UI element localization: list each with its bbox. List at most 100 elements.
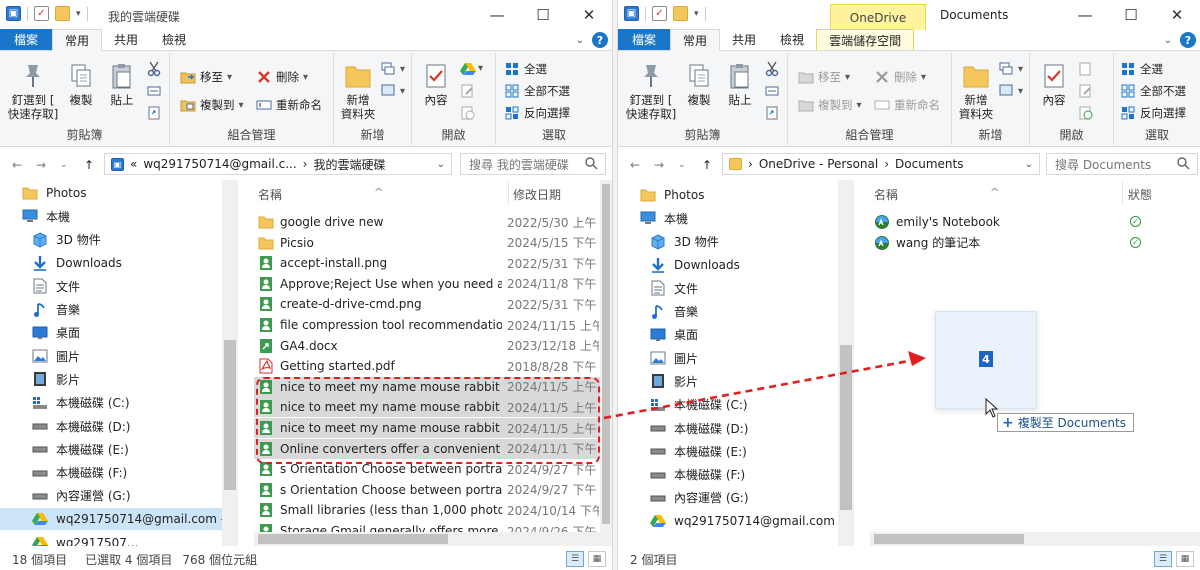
nav-item[interactable]: 本機磁碟 (C:) (618, 394, 748, 416)
nav-item[interactable]: 圖片 (618, 347, 698, 369)
file-row[interactable]: GA4.docx 2023/12/18 上午 (254, 336, 600, 356)
delete-button[interactable]: 刪除 ▾ (256, 69, 308, 85)
up-arrow-icon[interactable]: ↑ (702, 158, 712, 172)
breadcrumb-onedrive[interactable]: OneDrive - Personal (759, 157, 878, 171)
details-view-icon[interactable]: ☰ (1154, 551, 1172, 567)
tab-home[interactable]: 常用 (670, 29, 721, 51)
nav-item[interactable]: 內容運營 (G:) (618, 487, 749, 509)
nav-item[interactable]: 文件 (618, 277, 698, 299)
nav-item[interactable]: 本機磁碟 (C:) (0, 392, 130, 414)
customize-toolbar-icon[interactable]: ▾ (76, 9, 81, 19)
copy-button[interactable]: 複製 (682, 61, 716, 107)
file-row[interactable]: emily's Notebook ✓ (870, 212, 1200, 232)
breadcrumb-my-drive[interactable]: 我的雲端硬碟 (313, 156, 385, 173)
nav-item[interactable]: 影片 (0, 368, 80, 390)
nav-item[interactable]: 本機磁碟 (E:) (0, 438, 129, 460)
maximize-button[interactable]: ☐ (520, 0, 566, 30)
search-input[interactable]: 搜尋 Documents (1046, 153, 1198, 175)
nav-item[interactable]: Photos (618, 184, 704, 206)
file-row[interactable]: wang 的筆记本 ✓ (870, 233, 1200, 253)
invert-selection-button[interactable]: 反向選擇 (1120, 105, 1186, 121)
nav-item[interactable]: 本機磁碟 (D:) (0, 415, 130, 437)
file-row[interactable]: file compression tool recommendatio... 20… (254, 315, 600, 335)
tab-home[interactable]: 常用 (52, 29, 103, 51)
scrollbar-thumb[interactable] (602, 184, 610, 524)
address-bar[interactable]: ▣ « wq291750714@gmail.c... › 我的雲端硬碟 ⌄ (104, 153, 452, 175)
file-list-horizontal-scrollbar[interactable] (254, 532, 600, 546)
nav-item[interactable]: Photos (0, 182, 86, 204)
recent-locations-icon[interactable]: ⌄ (678, 160, 686, 170)
history-icon[interactable] (1078, 105, 1094, 121)
breadcrumb-account[interactable]: wq291750714@gmail.c... (143, 157, 296, 171)
file-row[interactable]: Approve;Reject Use when you need a... 202… (254, 274, 600, 294)
chevron-down-icon[interactable]: ▾ (478, 63, 483, 74)
nav-item[interactable]: 本機磁碟 (D:) (618, 417, 748, 439)
back-arrow-icon[interactable]: ← (12, 158, 22, 172)
nav-item[interactable]: Downloads (0, 252, 122, 274)
help-icon[interactable]: ? (1180, 32, 1196, 48)
properties-button[interactable]: 內容 (1036, 61, 1072, 107)
back-arrow-icon[interactable]: ← (630, 158, 640, 172)
nav-item[interactable]: wq2917507... (0, 532, 138, 546)
move-to-button[interactable]: 移至 ▾ (180, 69, 232, 85)
copy-path-button[interactable] (146, 83, 162, 99)
close-button[interactable]: ✕ (566, 0, 612, 30)
paste-shortcut-button[interactable] (764, 105, 780, 121)
explorer-app-icon[interactable]: ▣ (624, 6, 639, 21)
column-name[interactable]: 名稱 (258, 186, 282, 203)
nav-item[interactable]: 本機 (0, 205, 70, 227)
new-folder-button[interactable]: 新增 資料夾 (956, 61, 996, 121)
minimize-button[interactable]: — (474, 0, 520, 30)
chevron-down-icon[interactable]: ⌄ (437, 159, 445, 170)
open-icon[interactable] (1078, 61, 1094, 77)
large-icons-view-icon[interactable]: ▦ (588, 551, 606, 567)
nav-item[interactable]: 影片 (618, 370, 698, 392)
copy-button[interactable]: 複製 (64, 61, 98, 107)
cut-button[interactable] (764, 61, 780, 77)
nav-item[interactable]: wq291750714@gmail.com - G (0, 508, 222, 531)
search-input[interactable]: 搜尋 我的雲端硬碟 (460, 153, 606, 175)
pin-to-quick-access-button[interactable]: 釘選到 [ 快速存取] (6, 61, 60, 121)
properties-check-icon[interactable]: ✓ (34, 6, 49, 21)
up-arrow-icon[interactable]: ↑ (84, 158, 94, 172)
tab-view[interactable]: 檢視 (768, 29, 816, 50)
navigation-scrollbar[interactable] (838, 180, 854, 546)
tab-file[interactable]: 檔案 (618, 29, 671, 50)
new-item-button[interactable]: ▾ (998, 61, 1023, 77)
tab-share[interactable]: 共用 (102, 29, 150, 50)
customize-toolbar-icon[interactable]: ▾ (694, 9, 699, 19)
breadcrumb-root[interactable]: « (130, 157, 137, 171)
recent-locations-icon[interactable]: ⌄ (60, 160, 68, 170)
invert-selection-button[interactable]: 反向選擇 (504, 105, 570, 121)
file-row[interactable]: Picsio 2024/5/15 下午 (254, 233, 600, 253)
file-row[interactable]: s Orientation Choose between portrai... 2… (254, 480, 600, 500)
paste-button[interactable]: 貼上 (722, 61, 758, 107)
tab-view[interactable]: 檢視 (150, 29, 198, 50)
column-date-modified[interactable]: 修改日期 (513, 186, 561, 203)
new-folder-button[interactable]: 新增 資料夾 (338, 61, 378, 121)
help-icon[interactable]: ? (592, 32, 608, 48)
file-row[interactable]: Small libraries (less than 1,000 photos)… (254, 500, 600, 520)
select-all-button[interactable]: 全選 (1120, 61, 1163, 77)
file-list-horizontal-scrollbar[interactable] (870, 532, 1200, 546)
new-item-button[interactable]: ▾ (380, 61, 405, 77)
minimize-button[interactable]: — (1062, 0, 1108, 30)
details-view-icon[interactable]: ☰ (566, 551, 584, 567)
edit-icon[interactable] (460, 83, 476, 99)
history-icon[interactable] (460, 105, 476, 121)
column-name[interactable]: 名稱 (874, 186, 898, 203)
move-to-button[interactable]: 移至 ▾ (798, 69, 850, 85)
nav-item[interactable]: 桌面 (618, 324, 698, 346)
scrollbar-thumb[interactable] (258, 534, 448, 544)
nav-item[interactable]: 本機磁碟 (E:) (618, 440, 747, 462)
nav-item[interactable]: 桌面 (0, 322, 80, 344)
nav-item[interactable]: 本機磁碟 (F:) (0, 462, 127, 484)
explorer-app-icon[interactable]: ▣ (6, 6, 21, 21)
rename-button[interactable]: 重新命名 (256, 97, 322, 113)
rename-button[interactable]: 重新命名 (874, 97, 940, 113)
chevron-down-icon[interactable]: ⌄ (1164, 35, 1172, 46)
close-button[interactable]: ✕ (1154, 0, 1200, 30)
select-all-button[interactable]: 全選 (504, 61, 547, 77)
column-divider[interactable] (1122, 182, 1123, 204)
nav-item[interactable]: 本機 (618, 207, 688, 229)
